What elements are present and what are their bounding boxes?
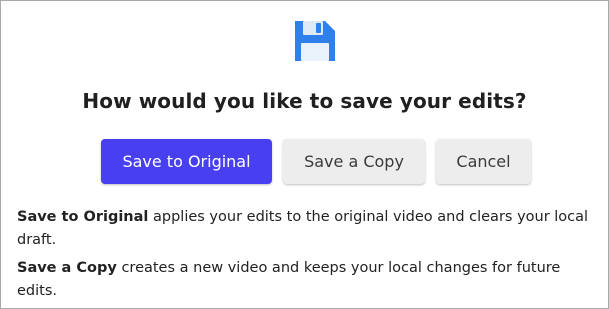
description-term: Save a Copy: [17, 260, 117, 276]
save-to-original-button[interactable]: Save to Original: [101, 139, 272, 184]
save-dialog: How would you like to save your edits? S…: [0, 0, 609, 309]
save-original-description: Save to Original applies your edits to t…: [17, 206, 600, 252]
save-a-copy-button[interactable]: Save a Copy: [283, 139, 425, 184]
floppy-disk-icon: [291, 17, 339, 65]
cancel-button[interactable]: Cancel: [436, 139, 531, 184]
description-term: Save to Original: [17, 209, 149, 225]
save-copy-description: Save a Copy creates a new video and keep…: [17, 257, 600, 303]
dialog-title: How would you like to save your edits?: [82, 89, 527, 113]
